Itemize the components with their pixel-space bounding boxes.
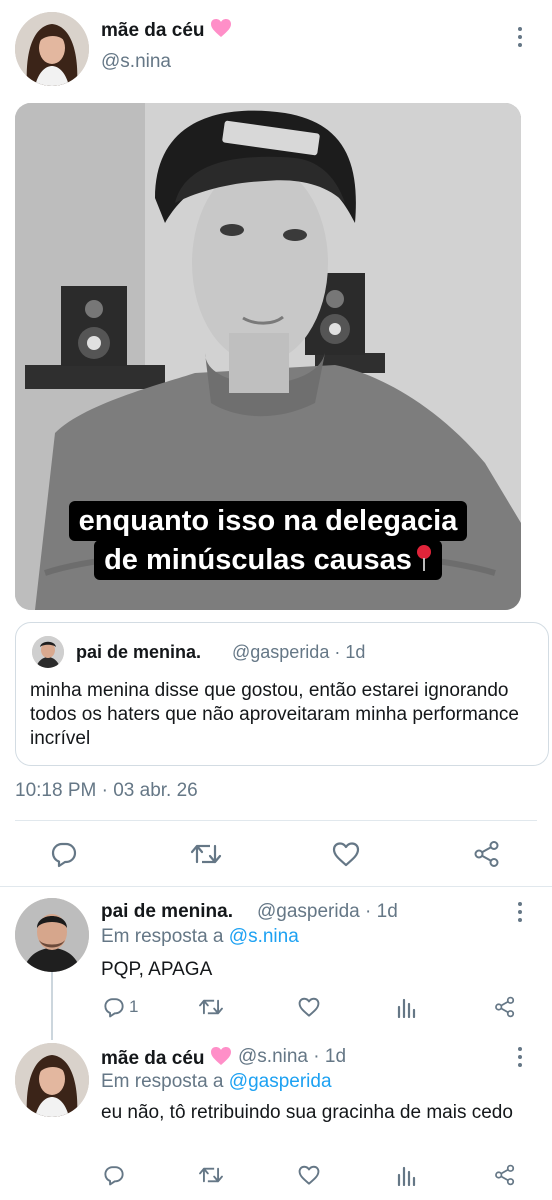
divider	[15, 820, 537, 821]
share-icon	[474, 841, 499, 867]
analytics-button[interactable]	[397, 1164, 417, 1186]
author-avatar[interactable]	[15, 12, 89, 86]
pink-heart-emoji	[210, 1047, 231, 1065]
reply-icon	[51, 842, 77, 868]
analytics-icon	[397, 998, 416, 1018]
share-icon	[495, 1164, 515, 1186]
reply-button[interactable]: 1	[103, 996, 138, 1018]
reply-author-name[interactable]: pai de menina.	[101, 901, 233, 923]
avatar-image	[15, 1043, 89, 1117]
reply-text: eu não, tô retribuindo sua gracinha de m…	[101, 1102, 513, 1123]
reply-text: PQP, APAGA	[101, 959, 213, 980]
share-button[interactable]	[494, 996, 516, 1018]
like-button[interactable]	[332, 840, 360, 868]
share-button[interactable]	[494, 1164, 516, 1186]
like-button[interactable]	[298, 1164, 320, 1186]
reply-icon	[104, 998, 124, 1018]
reply-button[interactable]	[50, 840, 78, 868]
replying-to: Em resposta a @s.nina	[101, 926, 299, 947]
share-button[interactable]	[473, 840, 501, 868]
retweet-icon	[199, 999, 223, 1015]
round-pushpin-emoji	[416, 545, 432, 573]
retweet-button[interactable]	[198, 1164, 224, 1186]
quoted-handle-time: @gasperida · 1d	[232, 642, 366, 662]
avatar-image	[15, 898, 89, 972]
more-options-icon[interactable]	[510, 1045, 530, 1069]
retweet-icon	[199, 1167, 223, 1183]
quoted-author-name: pai de menina.	[76, 642, 202, 662]
author-name[interactable]: mãe da céu	[101, 18, 232, 42]
more-options-icon[interactable]	[510, 25, 530, 49]
media-caption-line-1: enquanto isso na delegacia	[15, 501, 521, 541]
more-options-icon[interactable]	[510, 900, 530, 924]
quoted-text: minha menina disse que gostou, então est…	[30, 680, 519, 749]
media-caption-line-2: de minúsculas causas	[15, 540, 521, 580]
reply-author-avatar[interactable]	[15, 1043, 89, 1117]
quoted-author-avatar	[32, 636, 64, 668]
reply-author-avatar[interactable]	[15, 898, 89, 972]
reply-author-name[interactable]: mãe da céu	[101, 1046, 232, 1070]
analytics-icon	[397, 1166, 416, 1186]
replying-to: Em resposta a @gasperida	[101, 1071, 332, 1092]
reply-handle-time[interactable]: @gasperida · 1d	[257, 901, 398, 923]
share-icon	[495, 996, 515, 1018]
reply-handle-time[interactable]: @s.nina · 1d	[238, 1046, 346, 1068]
reply-count: 1	[129, 997, 139, 1016]
retweet-button[interactable]	[190, 840, 222, 868]
reply-button[interactable]	[103, 1164, 125, 1186]
like-icon	[332, 842, 360, 867]
like-icon	[298, 997, 320, 1017]
analytics-button[interactable]	[397, 996, 417, 1018]
like-button[interactable]	[298, 996, 320, 1018]
reply-icon	[104, 1166, 124, 1186]
divider	[0, 886, 552, 887]
retweet-icon	[190, 844, 222, 864]
replying-to-link[interactable]: @s.nina	[229, 926, 299, 947]
tweet-timestamp[interactable]: 10:18 PM · 03 abr. 26	[15, 780, 198, 802]
replying-to-link[interactable]: @gasperida	[229, 1071, 332, 1092]
avatar-image	[15, 12, 89, 86]
avatar-image	[32, 636, 64, 668]
quoted-tweet[interactable]: pai de menina. @gasperida · 1d minha men…	[15, 622, 549, 766]
tweet-media[interactable]: enquanto isso na delegacia de minúsculas…	[15, 103, 521, 610]
like-icon	[298, 1165, 320, 1185]
author-handle[interactable]: @s.nina	[101, 51, 171, 73]
retweet-button[interactable]	[198, 996, 224, 1018]
pink-heart-emoji	[210, 19, 231, 37]
thread-connector	[51, 972, 53, 1040]
